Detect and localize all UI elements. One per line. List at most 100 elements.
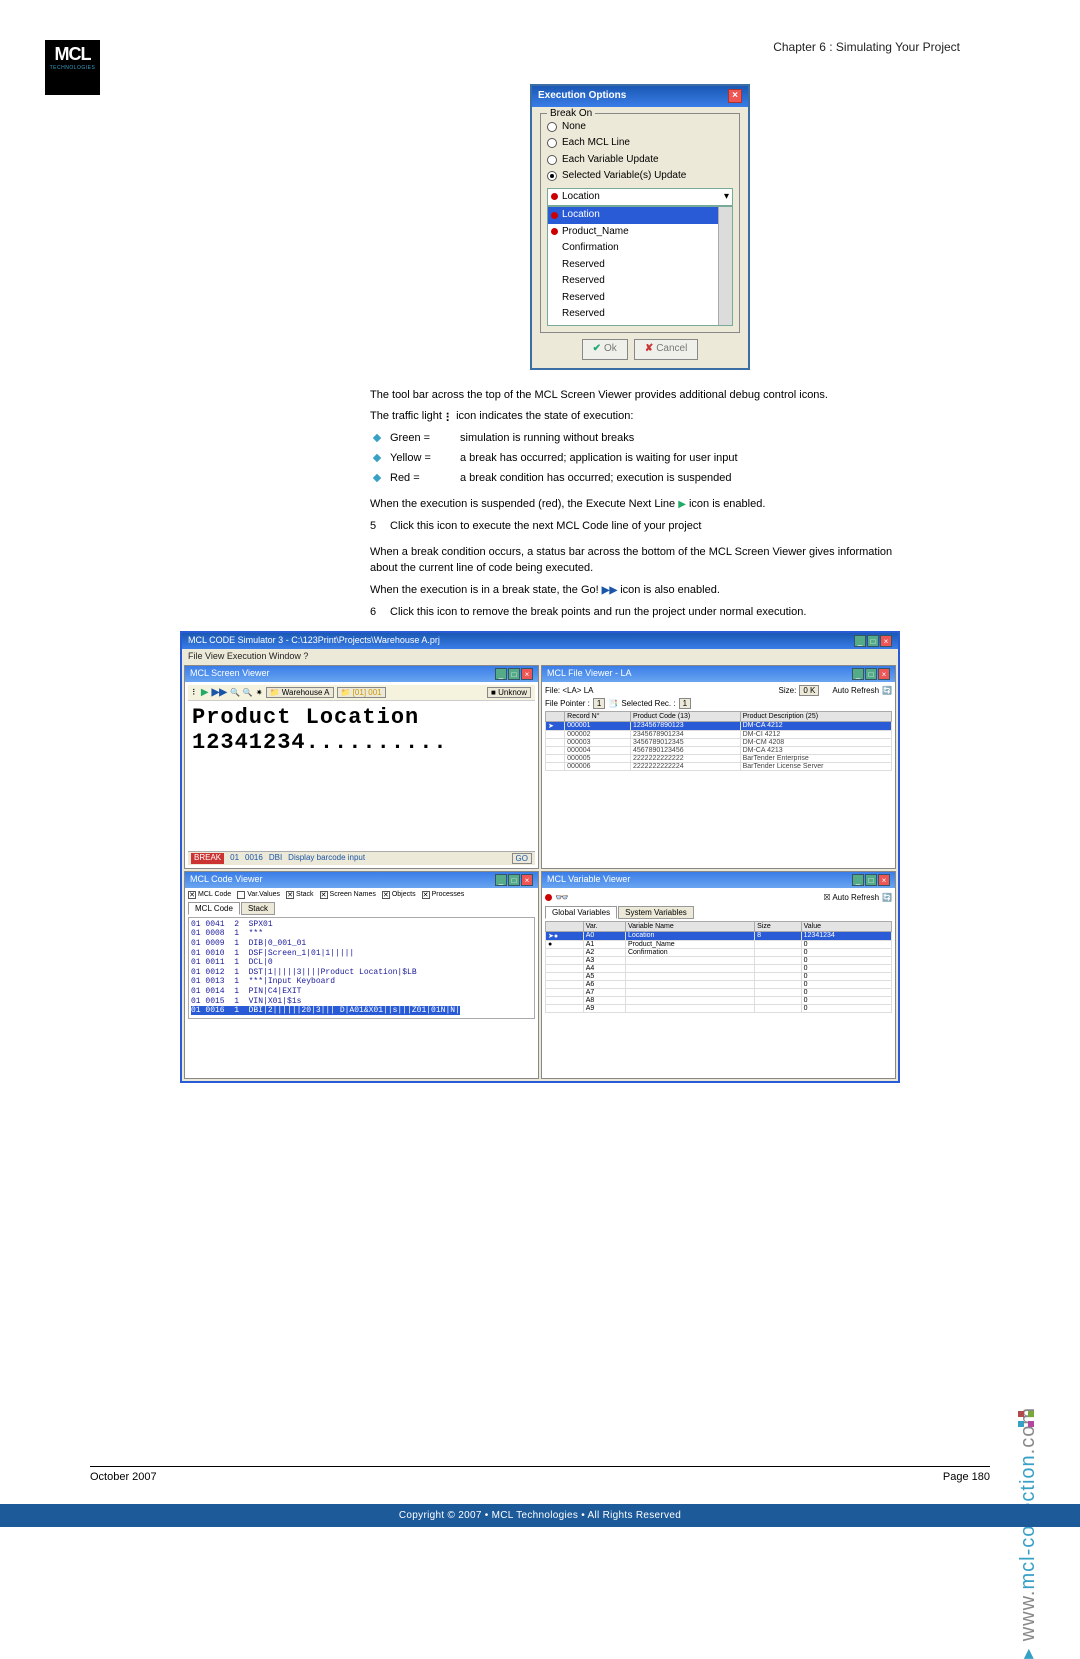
bullet-icon bbox=[373, 474, 381, 482]
dialog-title: Execution Options bbox=[538, 89, 626, 104]
chapter-header: Chapter 6 : Simulating Your Project bbox=[90, 40, 990, 54]
binoculars-icon[interactable]: 👓 bbox=[555, 891, 569, 904]
app-selector[interactable]: 📁 Warehouse A bbox=[266, 687, 334, 698]
max-icon[interactable]: □ bbox=[508, 874, 520, 886]
radio-none[interactable]: None bbox=[547, 120, 733, 135]
paragraph: When the execution is suspended (red), t… bbox=[370, 497, 910, 513]
table-row: 0000044567890123456DM-CA 4213 bbox=[546, 746, 892, 754]
variable-dropdown[interactable]: Location ▾ bbox=[547, 188, 733, 207]
folder-selector[interactable]: 📁 [01] 001 bbox=[337, 687, 386, 698]
radio-each-line[interactable]: Each MCL Line bbox=[547, 136, 733, 151]
file-table[interactable]: Record N°Product Code (13)Product Descri… bbox=[545, 711, 892, 771]
radio-selected-var[interactable]: Selected Variable(s) Update bbox=[547, 169, 733, 184]
ok-button[interactable]: ✔Ok bbox=[582, 339, 628, 360]
close-icon[interactable]: × bbox=[880, 635, 892, 647]
break-on-group: Break On None Each MCL Line Each Variabl… bbox=[540, 113, 740, 334]
gear-icon[interactable]: ✷ bbox=[256, 688, 263, 697]
footer-page: Page 180 bbox=[943, 1471, 990, 1483]
max-icon[interactable]: □ bbox=[865, 668, 877, 680]
min-icon[interactable]: _ bbox=[852, 874, 864, 886]
paragraph: The traffic light icon indicates the sta… bbox=[370, 409, 910, 425]
go-icon[interactable]: ▶▶ bbox=[212, 687, 227, 698]
go-icon: ▶▶ bbox=[602, 585, 617, 596]
table-row: A90 bbox=[546, 1004, 892, 1012]
step-5: 5 Click this icon to execute the next MC… bbox=[370, 519, 910, 535]
table-row: ➤●A0Location812341234 bbox=[546, 931, 892, 940]
bullet-icon bbox=[373, 454, 381, 462]
scrollbar[interactable] bbox=[718, 207, 732, 325]
min-icon[interactable]: _ bbox=[495, 668, 507, 680]
copyright-bar: Copyright © 2007 • MCL Technologies • Al… bbox=[0, 1504, 1080, 1527]
variable-viewer-panel: MCL Variable Viewer_□× 👓 ☒ Auto Refresh … bbox=[541, 871, 896, 1079]
auto-refresh-check[interactable]: ☒ Auto Refresh bbox=[823, 893, 879, 902]
min-icon[interactable]: _ bbox=[852, 668, 864, 680]
zoom-out-icon[interactable]: 🔍 bbox=[243, 688, 253, 697]
cancel-icon: ✘ bbox=[645, 342, 653, 357]
red-dot-icon[interactable] bbox=[545, 894, 552, 901]
variable-dropdown-list[interactable]: Location Product_Name Confirmation Reser… bbox=[547, 206, 733, 326]
paragraph: When the execution is in a break state, … bbox=[370, 583, 910, 599]
zoom-in-icon[interactable]: 🔍 bbox=[230, 688, 240, 697]
max-icon[interactable]: □ bbox=[865, 874, 877, 886]
logo: MCL TECHNOLOGIES bbox=[45, 40, 100, 95]
sim-menu[interactable]: File View Execution Window ? bbox=[182, 649, 898, 663]
close-icon[interactable]: × bbox=[878, 874, 890, 886]
dropdown-opt[interactable]: Reserved bbox=[548, 290, 732, 307]
tab-stack[interactable]: Stack bbox=[241, 902, 275, 915]
tab-mcl-code[interactable]: MCL Code bbox=[188, 902, 240, 915]
dropdown-opt-confirmation[interactable]: Confirmation bbox=[548, 240, 732, 257]
dropdown-opt[interactable]: Reserved bbox=[548, 273, 732, 290]
dropdown-opt[interactable]: Reserved bbox=[548, 323, 732, 327]
light-red-row: Red = a break condition has occurred; ex… bbox=[370, 471, 910, 487]
red-dot-icon bbox=[551, 193, 558, 200]
table-row: 0000022345678901234DM-CI 4212 bbox=[546, 730, 892, 738]
variable-table[interactable]: Var.Variable NameSizeValue ➤●A0Location8… bbox=[545, 921, 892, 1013]
max-icon[interactable]: □ bbox=[508, 668, 520, 680]
cancel-button[interactable]: ✘Cancel bbox=[634, 339, 699, 360]
simulator-screenshot: MCL CODE Simulator 3 - C:\123Print\Proje… bbox=[180, 631, 900, 1083]
footer-date: October 2007 bbox=[90, 1471, 157, 1483]
close-icon[interactable]: × bbox=[521, 874, 533, 886]
close-icon[interactable]: × bbox=[521, 668, 533, 680]
tab-global-vars[interactable]: Global Variables bbox=[545, 906, 617, 919]
step-6: 6 Click this icon to remove the break po… bbox=[370, 605, 910, 621]
play-icon[interactable]: ▶ bbox=[201, 687, 209, 698]
dialog-titlebar: Execution Options × bbox=[532, 86, 748, 107]
table-row: A2Confirmation0 bbox=[546, 948, 892, 956]
auto-refresh-label[interactable]: Auto Refresh bbox=[832, 686, 879, 695]
side-dots-icon bbox=[1018, 1411, 1034, 1427]
dropdown-opt-product[interactable]: Product_Name bbox=[548, 224, 732, 241]
play-icon: ▶ bbox=[678, 499, 686, 510]
code-listing[interactable]: 01 0041 2 SPX01 01 0008 1 *** 01 0009 1 … bbox=[188, 917, 535, 1019]
dropdown-opt[interactable]: Reserved bbox=[548, 257, 732, 274]
table-row: A50 bbox=[546, 972, 892, 980]
table-row: A60 bbox=[546, 980, 892, 988]
radio-each-var[interactable]: Each Variable Update bbox=[547, 153, 733, 168]
table-row: 0000033456789012345DM-CM 4208 bbox=[546, 738, 892, 746]
close-icon[interactable]: × bbox=[878, 668, 890, 680]
traffic-light-icon[interactable]: ⠇ bbox=[192, 688, 198, 697]
table-row: A40 bbox=[546, 964, 892, 972]
dropdown-opt-location[interactable]: Location bbox=[548, 207, 732, 224]
table-row: A80 bbox=[546, 996, 892, 1004]
paragraph: When a break condition occurs, a status … bbox=[370, 545, 910, 577]
check-icon: ✔ bbox=[593, 342, 601, 357]
dropdown-opt[interactable]: Reserved bbox=[548, 306, 732, 323]
tab-system-vars[interactable]: System Variables bbox=[618, 906, 694, 919]
status-pill: ■ Unknow bbox=[487, 687, 531, 698]
min-icon[interactable]: _ bbox=[854, 635, 866, 647]
sim-titlebar: MCL CODE Simulator 3 - C:\123Print\Proje… bbox=[182, 633, 898, 649]
table-row: 0000062222222222224BarTender License Ser… bbox=[546, 762, 892, 770]
light-green-row: Green = simulation is running without br… bbox=[370, 431, 910, 447]
code-filters[interactable]: ✕MCL Code Var.Values ✕Stack ✕Screen Name… bbox=[188, 891, 535, 899]
page-footer: October 2007 Page 180 bbox=[90, 1466, 990, 1483]
dropdown-value: Location bbox=[562, 190, 600, 205]
go-button[interactable]: GO bbox=[512, 853, 532, 864]
traffic-light-list: Green = simulation is running without br… bbox=[370, 431, 910, 487]
logo-main: MCL bbox=[55, 44, 91, 65]
min-icon[interactable]: _ bbox=[495, 874, 507, 886]
max-icon[interactable]: □ bbox=[867, 635, 879, 647]
file-viewer-panel: MCL File Viewer - LA_□× File: <LA> LA Si… bbox=[541, 665, 896, 869]
close-icon[interactable]: × bbox=[728, 89, 742, 103]
pointer-icon: 📑 bbox=[608, 699, 618, 708]
